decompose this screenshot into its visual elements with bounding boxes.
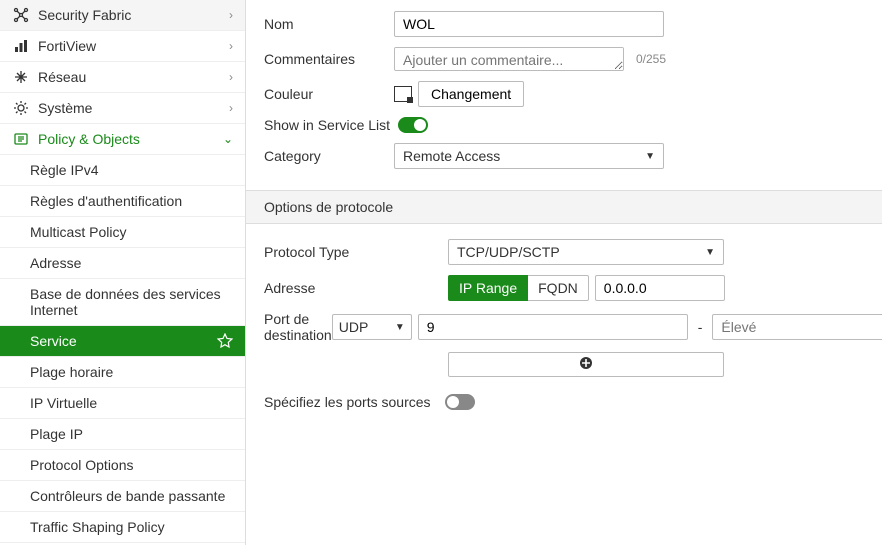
address-input[interactable] [595, 275, 725, 301]
port-protocol-select[interactable]: UDP ▼ [332, 314, 412, 340]
caret-down-icon: ▼ [395, 322, 405, 333]
star-icon[interactable] [217, 333, 233, 349]
sidebar-item-label: Service [30, 333, 77, 349]
ip-range-button[interactable]: IP Range [448, 275, 528, 301]
label-protocol-type: Protocol Type [264, 244, 448, 260]
add-port-button[interactable] [448, 352, 724, 377]
chevron-right-icon: › [229, 39, 233, 53]
sidebar-item-regles-auth[interactable]: Règles d'authentification [0, 186, 245, 217]
row-specify-src: Spécifiez les ports sources [246, 389, 882, 415]
sidebar-item-adresse[interactable]: Adresse [0, 248, 245, 279]
specify-src-toggle[interactable] [445, 394, 475, 410]
changement-button[interactable]: Changement [418, 81, 524, 107]
chevron-right-icon: › [229, 101, 233, 115]
show-in-list-toggle[interactable] [398, 117, 428, 133]
row-protocol-type: Protocol Type TCP/UDP/SCTP ▼ [246, 234, 882, 270]
range-dash: - [698, 319, 703, 335]
nav-systeme[interactable]: Système › [0, 93, 245, 124]
nav-label: FortiView [38, 38, 229, 54]
chevron-down-icon: ⌄ [223, 132, 233, 146]
label-adresse: Adresse [264, 280, 448, 296]
sidebar: Security Fabric › FortiView › Réseau › S… [0, 0, 246, 545]
sidebar-item-multicast[interactable]: Multicast Policy [0, 217, 245, 248]
port-protocol-value: UDP [339, 319, 369, 335]
chevron-right-icon: › [229, 8, 233, 22]
caret-down-icon: ▼ [705, 247, 715, 258]
sidebar-item-plage-horaire[interactable]: Plage horaire [0, 357, 245, 388]
protocol-type-value: TCP/UDP/SCTP [457, 244, 560, 260]
row-port-dest: Port de destination UDP ▼ - [246, 306, 882, 348]
category-select[interactable]: Remote Access ▼ [394, 143, 664, 169]
chart-icon [12, 38, 30, 54]
main-panel: Nom Commentaires 0/255 Couleur Changemen… [246, 0, 882, 545]
category-value: Remote Access [403, 148, 500, 164]
nom-input[interactable] [394, 11, 664, 37]
caret-down-icon: ▼ [645, 151, 655, 162]
nav-label: Security Fabric [38, 7, 229, 23]
fabric-icon [12, 7, 30, 23]
section-protocol-options: Options de protocole [246, 190, 882, 224]
policy-icon [12, 131, 30, 147]
sidebar-item-bandwidth[interactable]: Contrôleurs de bande passante [0, 481, 245, 512]
sidebar-item-plage-ip[interactable]: Plage IP [0, 419, 245, 450]
network-icon [12, 69, 30, 85]
chevron-right-icon: › [229, 70, 233, 84]
row-commentaires: Commentaires 0/255 [246, 42, 882, 76]
color-swatch-icon[interactable] [394, 86, 412, 102]
row-couleur: Couleur Changement [246, 76, 882, 112]
sidebar-item-service[interactable]: Service [0, 326, 245, 357]
sidebar-item-internet-db[interactable]: Base de données des services Internet [0, 279, 245, 326]
label-show-in-list: Show in Service List [264, 117, 390, 133]
label-specify-src: Spécifiez les ports sources [264, 394, 431, 410]
sidebar-item-regle-ipv4[interactable]: Règle IPv4 [0, 155, 245, 186]
port-high-input[interactable] [712, 314, 882, 340]
sidebar-item-protocol-options[interactable]: Protocol Options [0, 450, 245, 481]
label-port-dest: Port de destination [264, 311, 332, 343]
nav-label: Système [38, 100, 229, 116]
gear-icon [12, 100, 30, 116]
nav-label: Policy & Objects [38, 131, 223, 147]
row-adresse: Adresse IP Range FQDN [246, 270, 882, 306]
protocol-type-select[interactable]: TCP/UDP/SCTP ▼ [448, 239, 724, 265]
nav-security-fabric[interactable]: Security Fabric › [0, 0, 245, 31]
address-mode-segment: IP Range FQDN [448, 275, 589, 301]
label-commentaires: Commentaires [264, 51, 394, 67]
nav-reseau[interactable]: Réseau › [0, 62, 245, 93]
port-low-input[interactable] [418, 314, 688, 340]
row-nom: Nom [246, 6, 882, 42]
sidebar-item-traffic-shaping[interactable]: Traffic Shaping Policy [0, 512, 245, 543]
label-couleur: Couleur [264, 86, 394, 102]
nav-fortiview[interactable]: FortiView › [0, 31, 245, 62]
sidebar-item-ip-virtuelle[interactable]: IP Virtuelle [0, 388, 245, 419]
fqdn-button[interactable]: FQDN [528, 275, 589, 301]
label-nom: Nom [264, 16, 394, 32]
nav-label: Réseau [38, 69, 229, 85]
row-category: Category Remote Access ▼ [246, 138, 882, 174]
char-counter: 0/255 [636, 52, 666, 66]
commentaires-input[interactable] [394, 47, 624, 71]
label-category: Category [264, 148, 394, 164]
nav-policy-objects[interactable]: Policy & Objects ⌄ [0, 124, 245, 155]
row-show-in-list: Show in Service List [246, 112, 882, 138]
